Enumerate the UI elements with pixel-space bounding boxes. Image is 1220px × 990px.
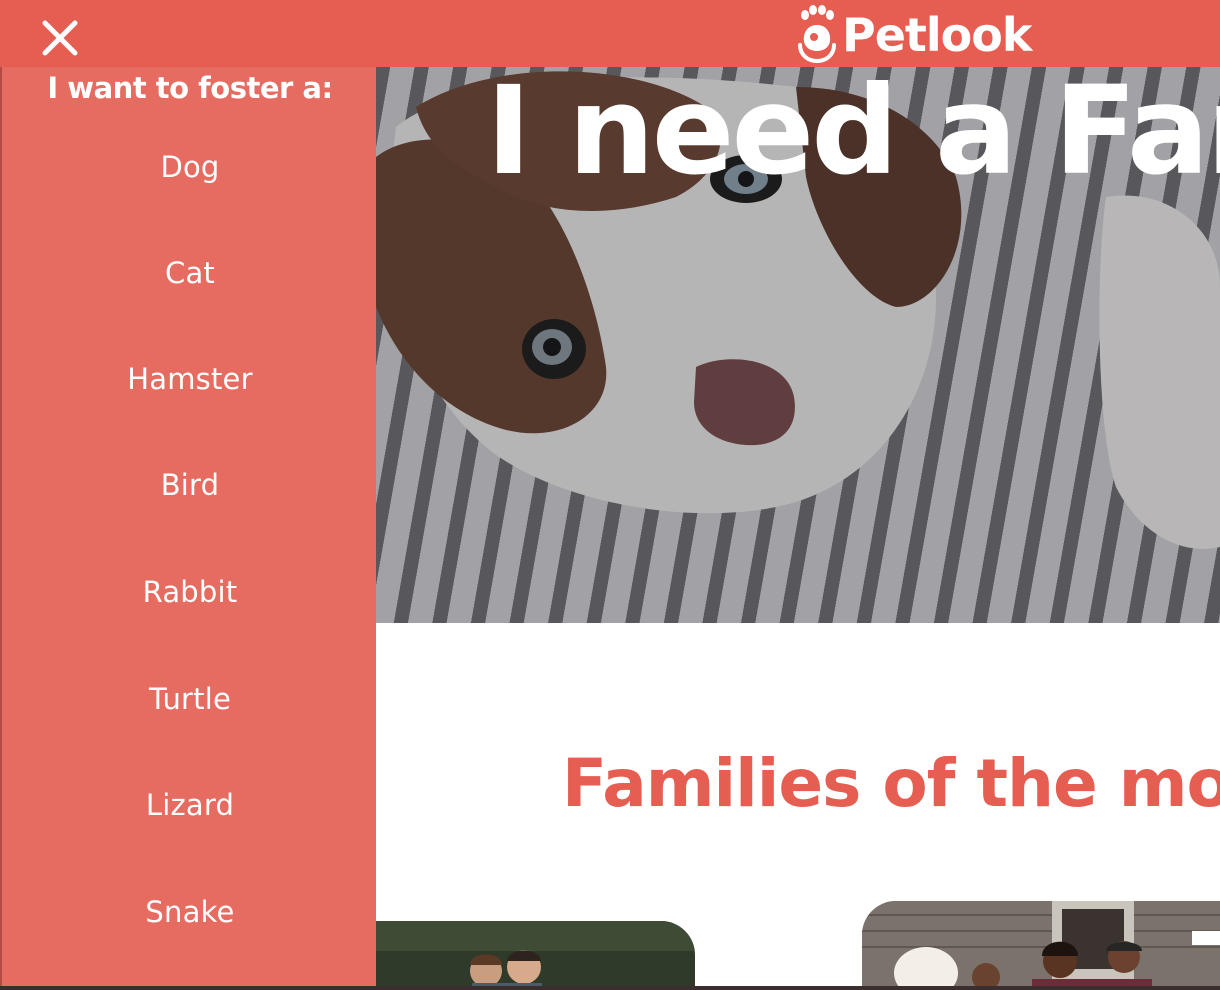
window-bottom-edge bbox=[0, 986, 1220, 990]
family-photo bbox=[376, 921, 695, 990]
foster-sidebar-menu: I want to foster a: Dog Cat Hamster Bird… bbox=[0, 67, 376, 990]
brand-name: Petlook bbox=[842, 8, 1032, 62]
close-icon bbox=[42, 20, 78, 56]
top-header: Petlook bbox=[0, 0, 1220, 67]
sidebar-item-dog[interactable]: Dog bbox=[2, 150, 378, 184]
sidebar-item-turtle[interactable]: Turtle bbox=[2, 682, 378, 716]
family-card[interactable] bbox=[862, 901, 1220, 990]
sidebar-item-hamster[interactable]: Hamster bbox=[2, 362, 378, 396]
paw-heart-hands-icon bbox=[796, 5, 838, 65]
sidebar-item-bird[interactable]: Bird bbox=[2, 468, 378, 502]
sidebar-item-snake[interactable]: Snake bbox=[2, 895, 378, 929]
family-card[interactable] bbox=[376, 921, 695, 990]
families-section-title: Families of the mor bbox=[562, 745, 1220, 822]
sidebar-heading: I want to foster a: bbox=[47, 71, 333, 105]
sidebar-item-lizard[interactable]: Lizard bbox=[2, 788, 378, 822]
close-menu-button[interactable] bbox=[38, 18, 82, 58]
sidebar-item-rabbit[interactable]: Rabbit bbox=[2, 575, 378, 609]
hero-banner: I need a Fam bbox=[376, 67, 1220, 623]
brand-logo[interactable]: Petlook bbox=[796, 4, 1032, 66]
sidebar-item-cat[interactable]: Cat bbox=[2, 256, 378, 290]
hero-title: I need a Fam bbox=[486, 67, 1220, 202]
family-photo bbox=[862, 901, 1220, 990]
